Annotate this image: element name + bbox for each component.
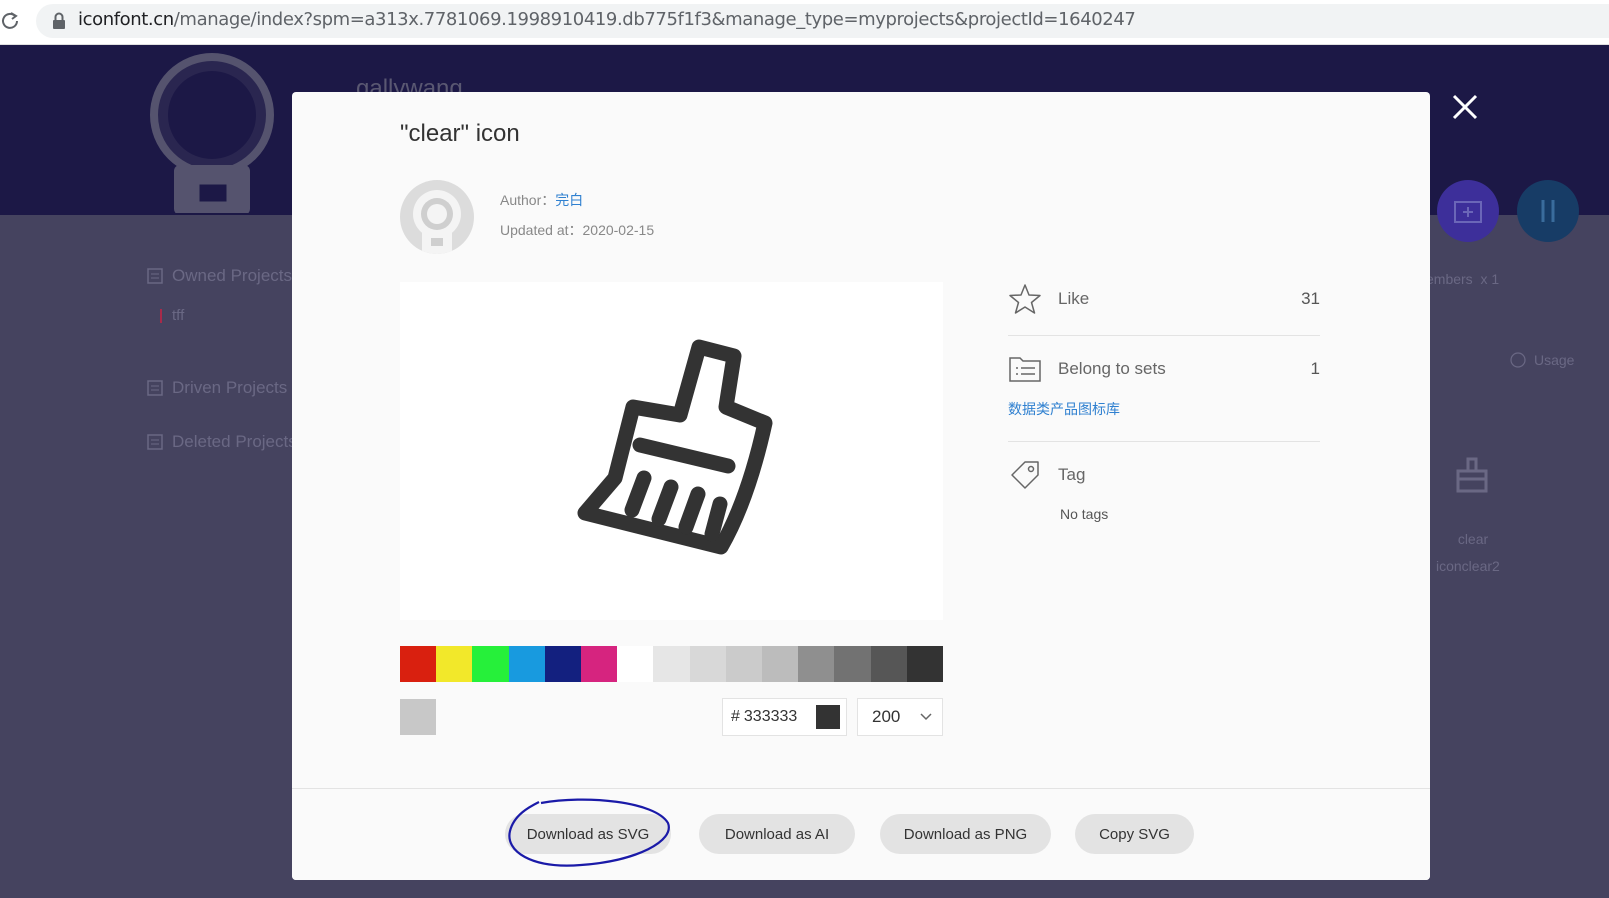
modal-title: "clear" icon: [400, 120, 520, 147]
hex-color-input[interactable]: # 333333: [722, 698, 847, 736]
download-ai-button[interactable]: Download as AI: [699, 814, 855, 854]
tag-icon: [1011, 461, 1039, 489]
sets-count: 1: [1310, 359, 1320, 378]
project-item-tff[interactable]: tff: [160, 307, 184, 324]
color-swatch[interactable]: [762, 646, 799, 682]
color-swatch[interactable]: [798, 646, 835, 682]
color-swatch[interactable]: [544, 646, 582, 682]
color-swatch[interactable]: [436, 646, 473, 682]
color-palette: [400, 646, 944, 682]
color-swatch[interactable]: [617, 646, 654, 682]
author-name-link[interactable]: 完白: [555, 192, 583, 208]
document-icon: [147, 380, 163, 396]
updated-date: 2020-02-15: [582, 222, 655, 238]
lock-icon: [53, 12, 65, 29]
tag-row: Tag: [1008, 458, 1320, 492]
sidebar-label: Driven Projects: [172, 378, 288, 397]
divider: [1008, 335, 1320, 336]
color-swatch[interactable]: [725, 646, 763, 682]
divider: [1008, 441, 1320, 442]
active-indicator: [160, 308, 162, 323]
icon-preview: [400, 282, 943, 620]
members-count: x 1: [1480, 271, 1500, 287]
color-preview[interactable]: [816, 705, 840, 729]
browser-address-bar: iconfont.cn/manage/index?spm=a313x.77810…: [0, 0, 1609, 45]
members-info: embers x 1: [1426, 271, 1499, 287]
url-host: iconfont.cn: [78, 9, 174, 30]
tag-label: Tag: [1058, 465, 1086, 484]
color-swatch[interactable]: [834, 646, 871, 682]
icon-detail-modal: "clear" icon Author：完白 Updated at：2020-0…: [292, 92, 1430, 880]
size-value: 200: [872, 707, 901, 726]
star-icon: [1009, 284, 1041, 314]
updated-line: Updated at：2020-02-15: [500, 220, 654, 240]
color-swatch[interactable]: [870, 646, 907, 682]
sidebar-item-deleted-projects[interactable]: Deleted Projects: [146, 432, 297, 452]
sidebar-label: Owned Projects: [172, 266, 292, 285]
url-text: iconfont.cn/manage/index?spm=a313x.77810…: [78, 9, 1136, 30]
folder-add-icon: [1454, 201, 1482, 223]
author-avatar[interactable]: [400, 180, 474, 254]
hex-prefix: #: [731, 708, 740, 725]
author-line: Author：完白: [500, 190, 583, 210]
brush-icon[interactable]: [1452, 455, 1492, 495]
close-icon[interactable]: [1450, 92, 1480, 122]
astronaut-avatar-icon: [413, 190, 461, 254]
sets-label: Belong to sets: [1058, 359, 1166, 378]
usage-link[interactable]: Usage: [1510, 352, 1574, 368]
color-swatch[interactable]: [508, 646, 545, 682]
color-swatch[interactable]: [653, 646, 690, 682]
url-path: /manage/index?spm=a313x.7781069.19989104…: [173, 9, 1136, 30]
color-swatch[interactable]: [581, 646, 618, 682]
chevron-down-icon: [920, 713, 932, 721]
icon-code: iconclear2: [1436, 558, 1500, 574]
brush-icon: [577, 339, 773, 555]
like-label: Like: [1058, 289, 1090, 308]
hex-value: 333333: [743, 708, 798, 725]
reload-icon[interactable]: [0, 10, 20, 32]
set-name-link[interactable]: 数据类产品图标库: [1008, 399, 1120, 419]
add-folder-button[interactable]: [1437, 180, 1499, 242]
folder-list-icon: [1009, 357, 1041, 382]
color-swatch[interactable]: [400, 646, 437, 682]
help-icon: [1510, 352, 1526, 368]
like-row[interactable]: Like 31: [1008, 282, 1320, 316]
usage-label: Usage: [1534, 352, 1575, 368]
document-icon: [147, 268, 163, 284]
document-icon: [147, 434, 163, 450]
sidebar-item-driven-projects[interactable]: Driven Projects: [146, 378, 287, 398]
transfer-icon: [1541, 200, 1555, 222]
color-swatch[interactable]: [689, 646, 726, 682]
members-label: embers: [1426, 271, 1473, 287]
astronaut-avatar: [150, 53, 274, 213]
size-select[interactable]: 200: [857, 698, 943, 736]
transfer-button[interactable]: [1517, 180, 1579, 242]
updated-label: Updated at：: [500, 222, 583, 238]
download-svg-button[interactable]: Download as SVG: [505, 814, 671, 854]
color-swatch[interactable]: [906, 646, 944, 682]
sidebar-item-owned-projects[interactable]: Owned Projects: [146, 266, 292, 286]
color-swatch[interactable]: [472, 646, 509, 682]
modal-footer: Download as SVG Download as AI Download …: [292, 788, 1430, 880]
sets-row: Belong to sets 1: [1008, 352, 1320, 386]
like-count: 31: [1301, 289, 1320, 308]
project-label: tff: [172, 307, 185, 324]
no-tags-text: No tags: [1060, 506, 1109, 522]
recent-color-swatch[interactable]: [400, 699, 436, 735]
author-label: Author：: [500, 192, 556, 208]
copy-svg-button[interactable]: Copy SVG: [1075, 814, 1194, 854]
icon-name: clear: [1457, 531, 1489, 547]
sidebar-label: Deleted Projects: [172, 432, 297, 451]
download-png-button[interactable]: Download as PNG: [880, 814, 1051, 854]
